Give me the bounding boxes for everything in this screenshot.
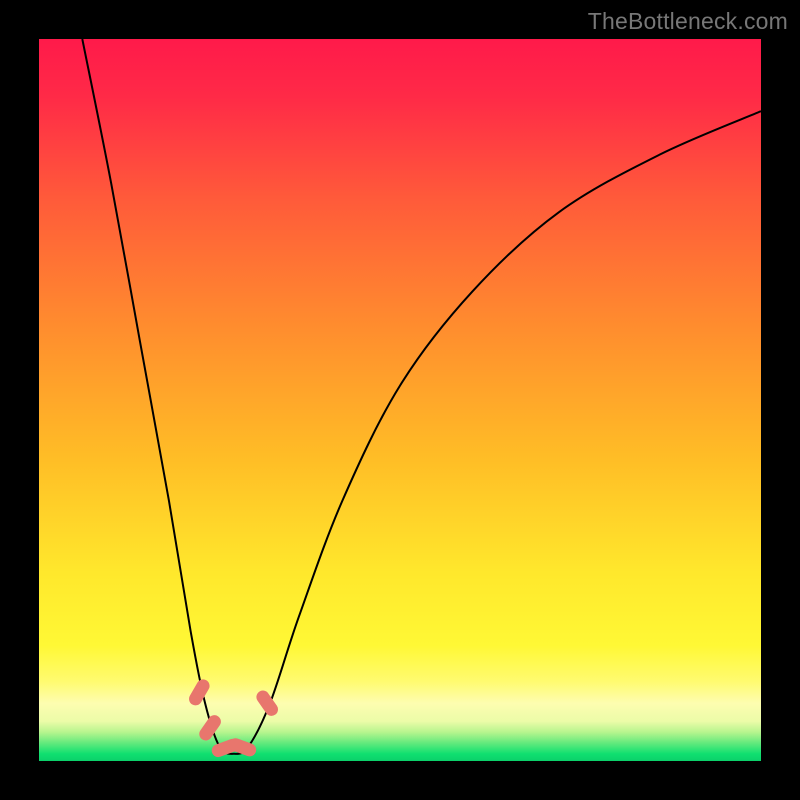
bottleneck-curve: [39, 39, 761, 761]
trough-marker: [254, 688, 281, 718]
trough-marker: [197, 713, 224, 743]
trough-markers: [187, 677, 281, 759]
trough-marker: [187, 677, 212, 708]
watermark-text: TheBottleneck.com: [588, 8, 788, 35]
curve-path: [82, 39, 761, 754]
plot-frame: [39, 39, 761, 761]
